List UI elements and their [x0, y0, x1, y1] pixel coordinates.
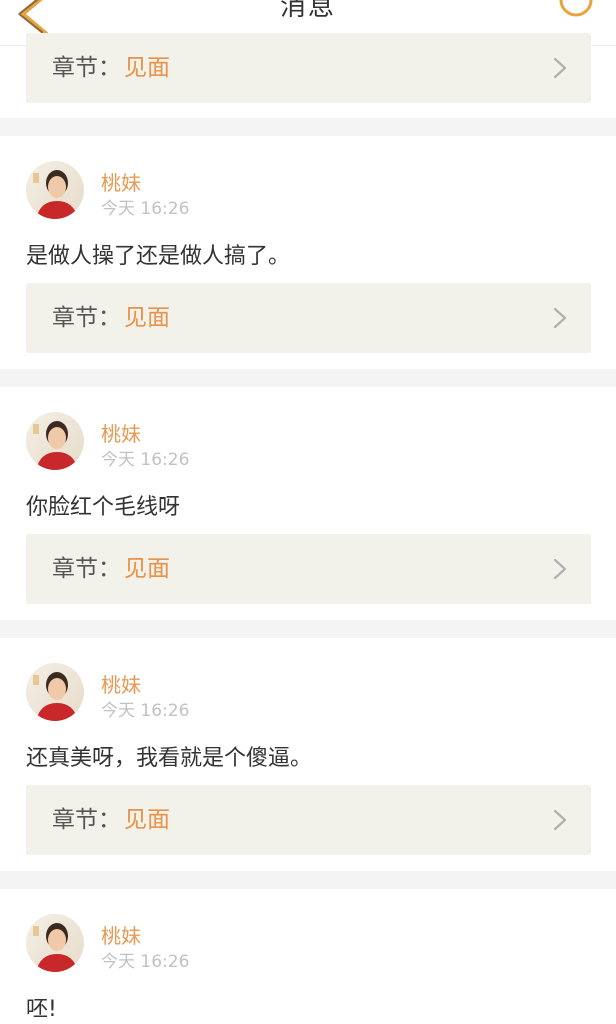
message-card: 章节： 见面 — [0, 33, 616, 118]
chevron-right-icon — [553, 558, 567, 580]
comment-text: 你脸红个毛线呀 — [26, 495, 181, 520]
timestamp: 今天 16:26 — [101, 199, 190, 219]
chapter-label: 章节： — [52, 807, 121, 833]
avatar[interactable] — [26, 161, 84, 219]
timestamp: 今天 16:26 — [101, 952, 190, 972]
username[interactable]: 桃妹 — [101, 669, 141, 698]
chapter-name: 见面 — [124, 556, 170, 582]
timestamp: 今天 16:26 — [101, 450, 190, 470]
chapter-link[interactable]: 章节： 见面 — [26, 785, 591, 855]
chevron-right-icon — [553, 307, 567, 329]
timestamp: 今天 16:26 — [101, 701, 190, 721]
comment-text: 呸! — [26, 997, 57, 1022]
user-photo-icon — [33, 170, 78, 219]
message-card: 桃妹 今天 16:26 呸! — [0, 889, 616, 1024]
chapter-link[interactable]: 章节： 见面 — [26, 534, 591, 604]
comment-text: 还真美呀，我看就是个傻逼。 — [26, 746, 313, 771]
user-photo-icon — [33, 672, 78, 721]
search-button[interactable] — [556, 0, 596, 26]
chapter-label: 章节： — [52, 55, 121, 81]
page-title: 消息 — [279, 0, 336, 22]
user-photo-icon — [33, 421, 78, 470]
search-icon — [559, 0, 593, 17]
chapter-link[interactable]: 章节： 见面 — [26, 33, 591, 103]
username[interactable]: 桃妹 — [101, 418, 141, 447]
chevron-right-icon — [553, 809, 567, 831]
avatar[interactable] — [26, 663, 84, 721]
chapter-name: 见面 — [124, 807, 170, 833]
message-card: 桃妹 今天 16:26 是做人操了还是做人搞了。 章节： 见面 — [0, 136, 616, 369]
chapter-name: 见面 — [124, 55, 170, 81]
chevron-right-icon — [553, 57, 567, 79]
user-photo-icon — [33, 923, 78, 972]
username[interactable]: 桃妹 — [101, 167, 141, 196]
chapter-link[interactable]: 章节： 见面 — [26, 283, 591, 353]
avatar[interactable] — [26, 914, 84, 972]
chapter-name: 见面 — [124, 305, 170, 331]
username[interactable]: 桃妹 — [101, 920, 141, 949]
comment-text: 是做人操了还是做人搞了。 — [26, 244, 291, 269]
message-card: 桃妹 今天 16:26 还真美呀，我看就是个傻逼。 章节： 见面 — [0, 638, 616, 871]
chapter-label: 章节： — [52, 556, 121, 582]
message-card: 桃妹 今天 16:26 你脸红个毛线呀 章节： 见面 — [0, 387, 616, 620]
avatar[interactable] — [26, 412, 84, 470]
chapter-label: 章节： — [52, 305, 121, 331]
